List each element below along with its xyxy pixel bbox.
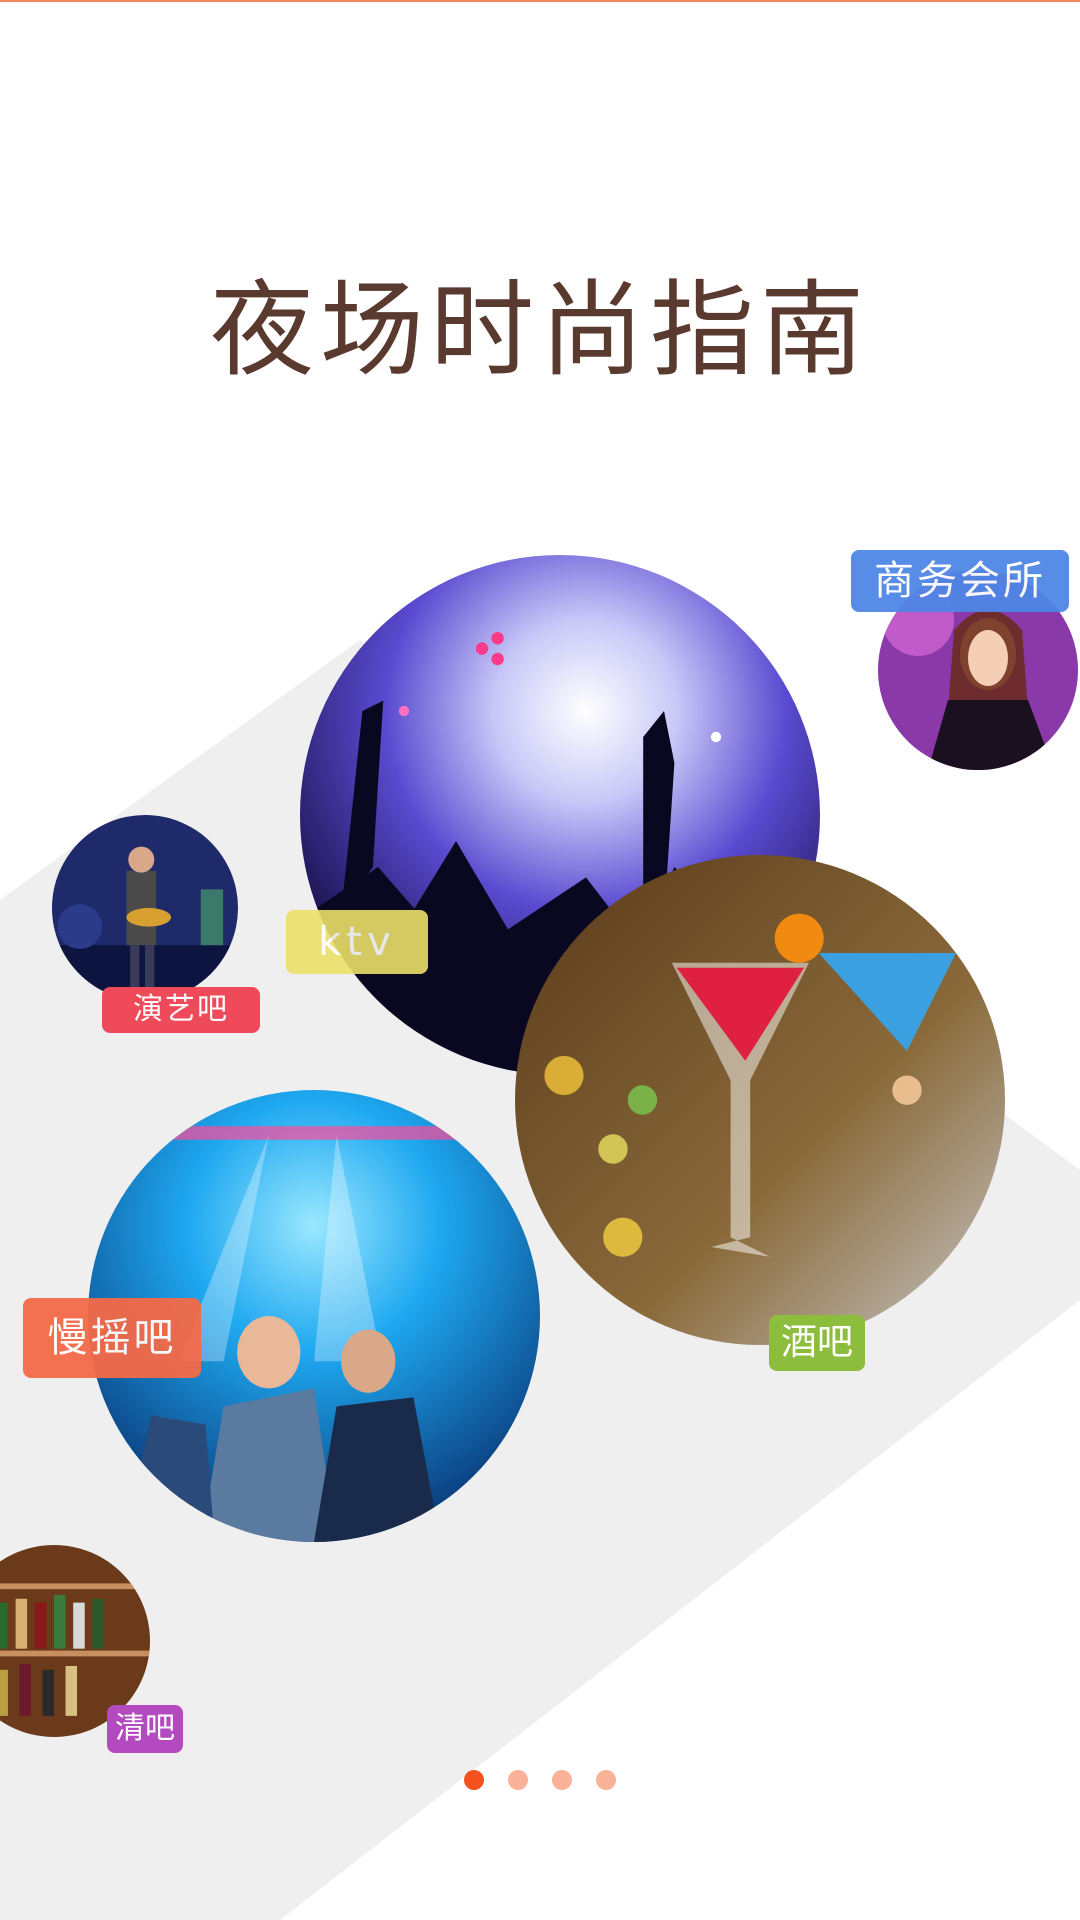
bar-photo[interactable] xyxy=(515,855,1005,1345)
category-tag-performance-bar[interactable]: 演艺吧 xyxy=(102,987,260,1033)
page-dot[interactable] xyxy=(596,1770,616,1790)
category-tag-quiet-bar[interactable]: 清吧 xyxy=(107,1705,183,1753)
category-tag-slow-rock-bar[interactable]: 慢摇吧 xyxy=(23,1298,201,1378)
page-title: 夜场时尚指南 xyxy=(209,269,870,391)
category-tag-ktv[interactable]: ktv xyxy=(286,910,428,974)
page-indicator xyxy=(0,1770,1080,1794)
category-tag-bar[interactable]: 酒吧 xyxy=(769,1315,865,1371)
page-dot[interactable] xyxy=(552,1770,572,1790)
category-tag-business-club[interactable]: 商务会所 xyxy=(851,550,1069,612)
page-dot-active[interactable] xyxy=(464,1770,484,1790)
performance-bar-photo[interactable] xyxy=(52,815,238,1001)
page-dot[interactable] xyxy=(508,1770,528,1790)
